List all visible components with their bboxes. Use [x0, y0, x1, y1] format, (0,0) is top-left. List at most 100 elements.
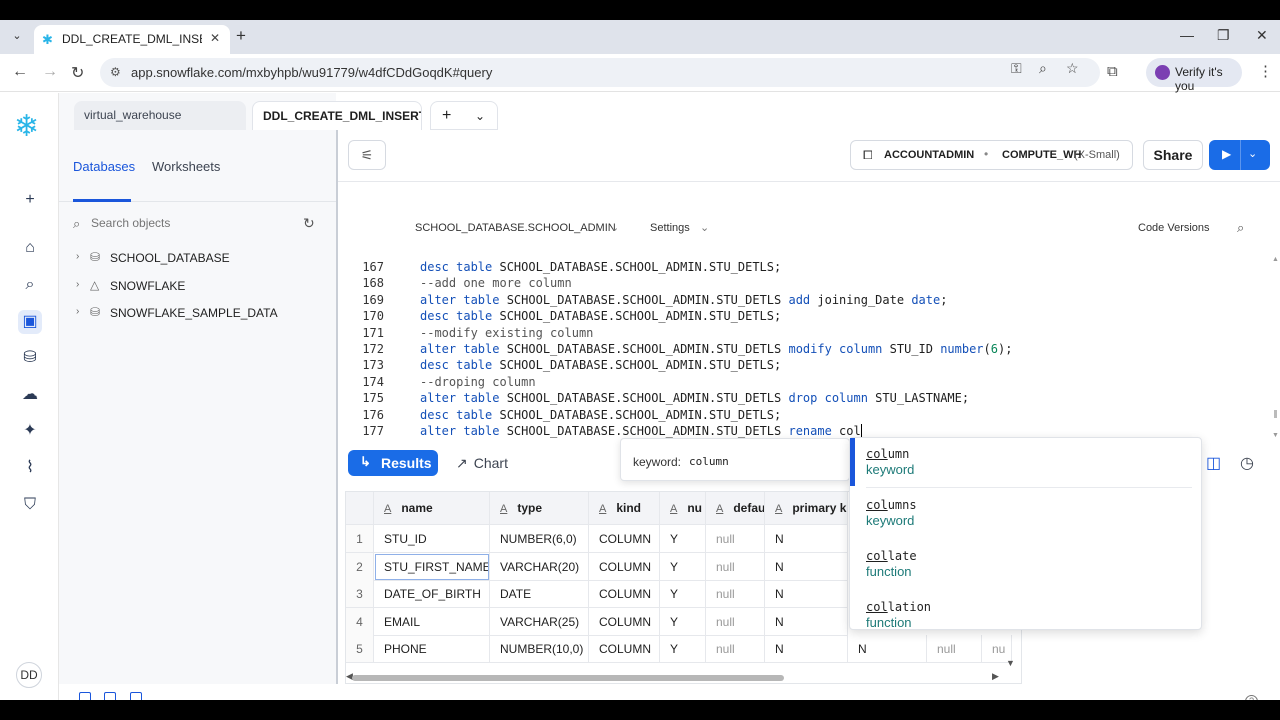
row-index[interactable]: 5: [346, 635, 374, 663]
table-cell[interactable]: PHONE: [374, 635, 490, 663]
table-cell[interactable]: null: [706, 635, 765, 663]
editor-search-icon[interactable]: ⌕: [1237, 220, 1244, 236]
table-cell[interactable]: COLUMN: [589, 552, 660, 581]
table-cell[interactable]: N: [848, 635, 927, 663]
table-cell[interactable]: N: [765, 552, 848, 581]
reload-icon[interactable]: ↻: [71, 63, 84, 83]
zoom-icon[interactable]: ⌕: [1039, 60, 1047, 77]
tab-search-chevron-icon[interactable]: ⌄: [8, 27, 26, 45]
toggle-results-icon[interactable]: [130, 692, 142, 700]
code-line[interactable]: 173 desc table SCHOOL_DATABASE.SCHOOL_ADM…: [338, 358, 1280, 375]
worksheet-tab-virtual-warehouse[interactable]: virtual_warehouse: [74, 101, 246, 130]
scroll-down-icon[interactable]: ▼: [1272, 432, 1279, 439]
site-info-icon[interactable]: ⚙: [110, 65, 121, 79]
worksheet-tab-active[interactable]: DDL_CREATE_DML_INSERT...: [252, 101, 422, 130]
column-header[interactable]: Akind: [589, 492, 660, 525]
restore-icon[interactable]: ❐: [1217, 27, 1230, 44]
code-line[interactable]: 167 desc table SCHOOL_DATABASE.SCHOOL_ADM…: [338, 260, 1280, 277]
browser-tab[interactable]: ✱ DDL_CREATE_DML_INSERT_DRL ✕: [34, 25, 230, 54]
row-index[interactable]: 3: [346, 580, 374, 608]
context-selector[interactable]: SCHOOL_DATABASE.SCHOOL_ADMIN: [415, 222, 616, 234]
code-line[interactable]: 176 desc table SCHOOL_DATABASE.SCHOOL_ADM…: [338, 408, 1280, 425]
table-cell[interactable]: COLUMN: [589, 580, 660, 608]
table-cell[interactable]: N: [765, 635, 848, 663]
chevron-right-icon[interactable]: ›: [76, 251, 79, 262]
code-line[interactable]: 175 alter table SCHOOL_DATABASE.SCHOOL_AD…: [338, 391, 1280, 408]
home-icon[interactable]: ⌂: [18, 236, 42, 260]
code-versions-button[interactable]: Code Versions: [1138, 222, 1210, 234]
suggestion-item[interactable]: collation function: [850, 591, 1201, 639]
code-line[interactable]: 170 desc table SCHOOL_DATABASE.SCHOOL_ADM…: [338, 309, 1280, 326]
tab-databases[interactable]: Databases: [73, 159, 135, 174]
chevron-down-icon[interactable]: ⌄: [610, 221, 619, 234]
filter-settings-icon[interactable]: ⚟: [348, 140, 386, 170]
split-view-icon[interactable]: ◫: [1206, 453, 1221, 473]
table-cell[interactable]: COLUMN: [589, 635, 660, 663]
new-tab-icon[interactable]: +: [236, 27, 246, 45]
code-line[interactable]: 168 --add one more column: [338, 276, 1280, 293]
toggle-editor-icon[interactable]: [104, 692, 116, 700]
column-header[interactable]: Aname: [374, 492, 490, 525]
browser-menu-icon[interactable]: ⋮: [1258, 62, 1273, 80]
settings-menu[interactable]: Settings: [650, 222, 690, 234]
horizontal-scrollbar[interactable]: [352, 675, 784, 681]
table-cell[interactable]: Y: [660, 607, 706, 636]
table-cell[interactable]: COLUMN: [589, 525, 660, 553]
minimize-icon[interactable]: —: [1180, 27, 1194, 43]
snowflake-logo-icon[interactable]: ❄: [14, 112, 39, 142]
table-cell[interactable]: STU_ID: [374, 525, 490, 553]
refresh-icon[interactable]: ↻: [303, 215, 315, 232]
table-cell[interactable]: EMAIL: [374, 607, 490, 636]
window-close-icon[interactable]: ✕: [1256, 27, 1268, 44]
bookmark-star-icon[interactable]: ☆: [1066, 60, 1079, 77]
code-line[interactable]: 171 --modify existing column: [338, 326, 1280, 343]
column-header[interactable]: Anu: [660, 492, 706, 525]
table-cell[interactable]: N: [765, 580, 848, 608]
shield-icon[interactable]: ⛉: [18, 493, 42, 517]
table-cell[interactable]: NUMBER(6,0): [490, 525, 589, 553]
column-header[interactable]: Adefau: [706, 492, 765, 525]
cloud-icon[interactable]: ☁: [18, 383, 42, 407]
table-cell[interactable]: Y: [660, 635, 706, 663]
worksheet-icon[interactable]: ▣: [18, 310, 42, 334]
code-line[interactable]: 174 --droping column: [338, 375, 1280, 392]
table-cell[interactable]: Y: [660, 525, 706, 553]
column-header[interactable]: Aprimary k: [765, 492, 848, 525]
role-warehouse-selector[interactable]: ⧠ ACCOUNTADMIN • COMPUTE_WH (X-Small): [850, 140, 1133, 170]
forward-icon[interactable]: →: [42, 63, 58, 81]
profile-button[interactable]: Verify it's you: [1146, 58, 1242, 93]
suggestion-item[interactable]: column keyword: [850, 438, 1201, 486]
table-cell[interactable]: VARCHAR(20): [490, 552, 589, 581]
table-cell[interactable]: VARCHAR(25): [490, 607, 589, 636]
table-cell[interactable]: null: [927, 635, 982, 663]
column-header[interactable]: Atype: [490, 492, 589, 525]
code-line[interactable]: 172 alter table SCHOOL_DATABASE.SCHOOL_AD…: [338, 342, 1280, 359]
table-cell[interactable]: COLUMN: [589, 607, 660, 636]
suggestion-item[interactable]: collate function: [850, 540, 1201, 588]
run-button[interactable]: ▶ ⌄: [1209, 140, 1270, 170]
chevron-down-icon[interactable]: ⌄: [700, 221, 709, 234]
editor-scrollbar[interactable]: [1274, 410, 1277, 418]
table-cell[interactable]: NUMBER(10,0): [490, 635, 589, 663]
search-objects-input[interactable]: [91, 216, 291, 230]
suggestion-item[interactable]: columns keyword: [850, 489, 1201, 537]
address-bar[interactable]: ⚙ app.snowflake.com/mxbyhpb/wu91779/w4df…: [100, 58, 1100, 87]
toggle-left-panel-icon[interactable]: [79, 692, 91, 700]
row-index[interactable]: 1: [346, 525, 374, 553]
worksheet-menu-chevron-icon[interactable]: ⌄: [475, 109, 485, 123]
run-options-chevron-icon[interactable]: ⌄: [1248, 147, 1257, 160]
extensions-icon[interactable]: ⧉: [1107, 63, 1118, 80]
ai-sparkle-icon[interactable]: ✦: [18, 419, 42, 443]
tab-close-icon[interactable]: ✕: [210, 31, 220, 45]
table-cell[interactable]: null: [706, 525, 765, 553]
activity-icon[interactable]: ⌇: [18, 456, 42, 480]
chart-tab[interactable]: ↗ Chart: [456, 455, 508, 472]
user-avatar[interactable]: DD: [16, 662, 42, 688]
table-cell[interactable]: DATE_OF_BIRTH: [374, 580, 490, 608]
scroll-up-icon[interactable]: ▲: [1272, 256, 1279, 263]
table-cell[interactable]: null: [706, 580, 765, 608]
results-tab[interactable]: ↳ Results: [348, 450, 438, 476]
table-cell[interactable]: Y: [660, 580, 706, 608]
table-header-index[interactable]: [346, 492, 374, 525]
play-icon[interactable]: ▶: [1222, 147, 1231, 161]
